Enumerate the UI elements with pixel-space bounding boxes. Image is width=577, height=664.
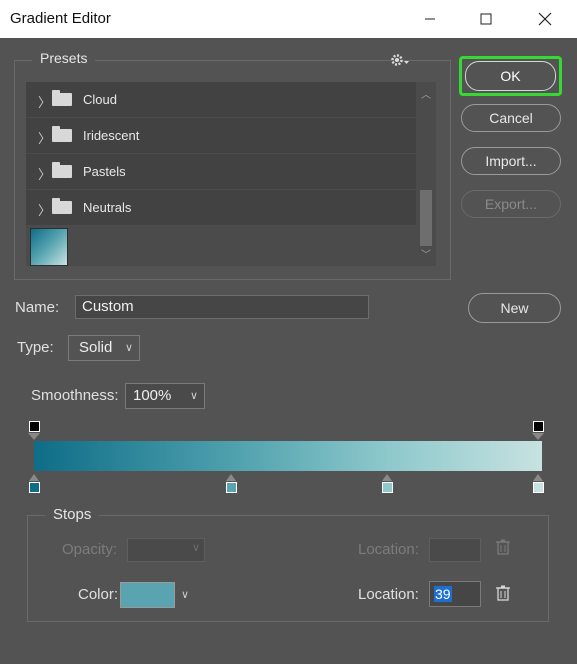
type-dropdown[interactable]: Solid ∨ [68, 335, 140, 361]
preset-folder-label: Pastels [83, 164, 126, 179]
color-stop[interactable] [382, 474, 393, 493]
new-button[interactable]: New [468, 293, 561, 323]
close-button[interactable] [522, 0, 568, 38]
preset-folder-label: Neutrals [83, 200, 132, 215]
presets-legend: Presets [32, 50, 96, 66]
ok-button[interactable]: OK [459, 56, 562, 96]
color-stop[interactable] [533, 474, 544, 493]
scroll-up-icon[interactable]: ︿ [421, 86, 431, 101]
color-stop-selected[interactable] [226, 474, 237, 493]
folder-icon [52, 90, 72, 106]
chevron-down-icon[interactable]: ∨ [190, 384, 198, 408]
preset-folder-cloud[interactable]: 〉 Cloud [26, 82, 416, 118]
delete-color-stop-icon[interactable] [496, 585, 510, 606]
chevron-down-icon: ∨ [191, 542, 200, 554]
chevron-down-icon[interactable]: ∨ [181, 588, 189, 601]
chevron-right-icon[interactable]: 〉 [38, 164, 51, 183]
color-location-value: 39 [434, 586, 452, 602]
preset-folder-neutrals[interactable]: 〉 Neutrals [26, 190, 416, 226]
color-swatch[interactable] [120, 582, 175, 608]
folder-icon [52, 162, 72, 178]
minimize-icon [425, 18, 435, 20]
preset-folder-pastels[interactable]: 〉 Pastels [26, 154, 416, 190]
smoothness-field[interactable]: 100% ∨ [125, 383, 205, 409]
maximize-icon [480, 13, 492, 25]
gradient-bar[interactable] [34, 441, 542, 471]
cancel-button[interactable]: Cancel [461, 104, 561, 132]
type-label: Type: [17, 339, 54, 356]
scroll-down-icon[interactable]: ﹀ [421, 246, 431, 261]
preset-folder-iridescent[interactable]: 〉 Iridescent [26, 118, 416, 154]
window-title: Gradient Editor [10, 10, 111, 27]
gradient-preset-swatch[interactable] [30, 228, 68, 266]
import-button[interactable]: Import... [461, 147, 561, 175]
opacity-field[interactable]: ∨ [127, 538, 205, 562]
maximize-button[interactable] [463, 0, 509, 38]
folder-icon [52, 126, 72, 142]
chevron-right-icon[interactable]: 〉 [38, 200, 51, 219]
opacity-location-label: Location: [358, 541, 419, 558]
color-label: Color: [78, 586, 119, 603]
gear-icon[interactable] [389, 51, 411, 69]
minimize-button[interactable] [407, 0, 453, 38]
scrollbar-thumb[interactable] [420, 190, 432, 246]
export-button[interactable]: Export... [461, 190, 561, 218]
preset-folder-label: Iridescent [83, 128, 140, 143]
close-icon [538, 12, 552, 26]
chevron-right-icon[interactable]: 〉 [38, 92, 51, 111]
preset-folder-label: Cloud [83, 92, 117, 107]
opacity-location-field[interactable] [429, 538, 481, 562]
smoothness-label: Smoothness: [31, 387, 119, 404]
presets-list: 〉 Cloud 〉 Iridescent 〉 Pastels 〉 Neutral… [26, 82, 436, 266]
name-field[interactable]: Custom [75, 295, 369, 319]
title-bar: Gradient Editor [0, 0, 577, 38]
opacity-label: Opacity: [62, 541, 118, 558]
color-location-label: Location: [358, 586, 419, 603]
chevron-right-icon[interactable]: 〉 [38, 128, 51, 147]
opacity-stop-left[interactable] [28, 421, 40, 440]
smoothness-value: 100% [133, 387, 172, 404]
folder-icon [52, 198, 72, 214]
stops-legend: Stops [45, 506, 100, 523]
color-location-field[interactable]: 39 [429, 581, 481, 607]
opacity-stop-right[interactable] [532, 421, 544, 440]
ok-button-label: OK [465, 61, 556, 91]
color-stop[interactable] [29, 474, 40, 493]
delete-opacity-stop-icon[interactable] [496, 539, 510, 560]
type-value: Solid [79, 339, 113, 356]
chevron-down-icon: ∨ [124, 342, 133, 354]
name-label: Name: [15, 299, 60, 316]
